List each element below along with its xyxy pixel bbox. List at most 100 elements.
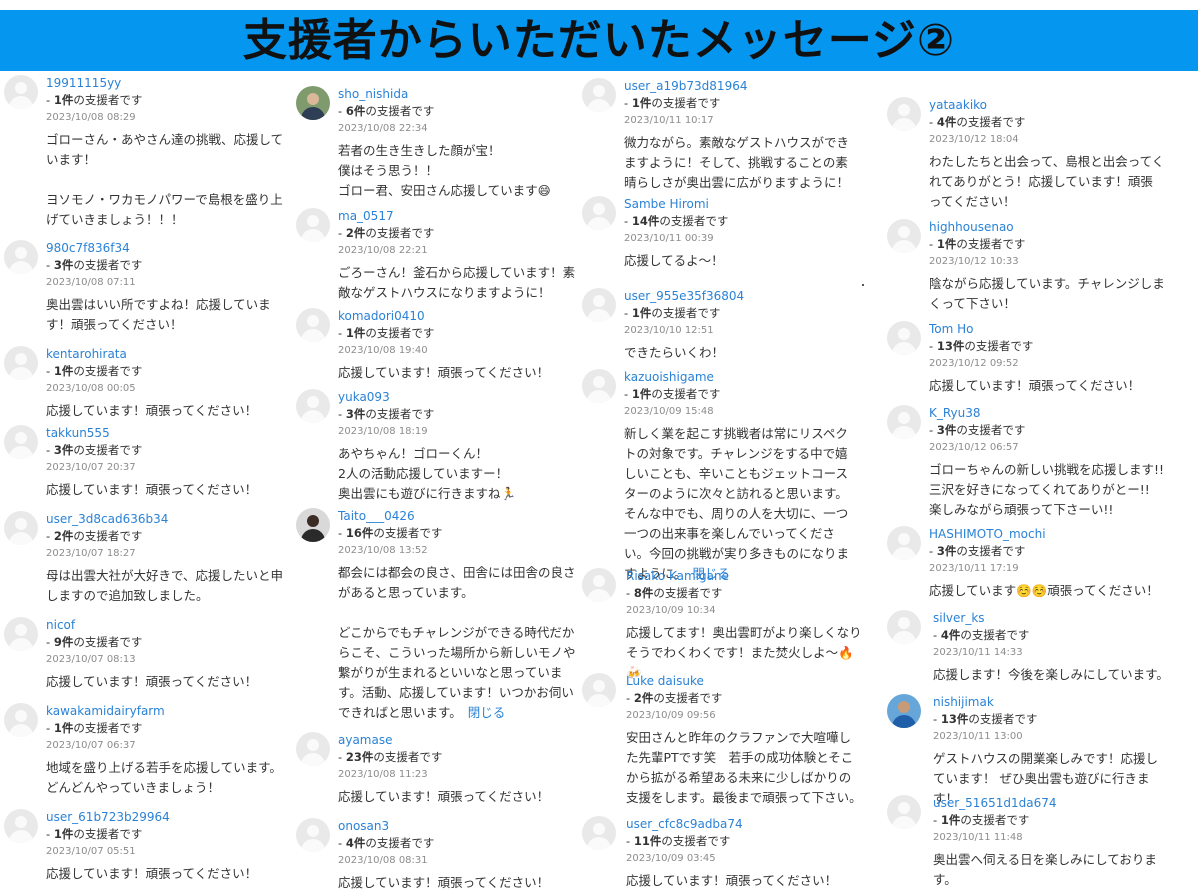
supporter-name[interactable]: HASHIMOTO_mochi xyxy=(929,526,1046,542)
avatar[interactable] xyxy=(582,816,616,850)
message-date: 2023/10/12 18:04 xyxy=(929,134,1019,145)
supporter-name[interactable]: ma_0517 xyxy=(338,208,394,224)
message-text: 応援しています！頑張ってください！ xyxy=(626,873,838,888)
supporter-name[interactable]: kazuoishigame xyxy=(624,369,714,385)
support-count: - 1件の支援者です xyxy=(929,237,1026,251)
avatar[interactable] xyxy=(296,818,330,852)
supporter-name[interactable]: kentarohirata xyxy=(46,346,127,362)
avatar[interactable] xyxy=(296,508,330,542)
supporter-name[interactable]: ayamase xyxy=(338,732,393,748)
support-count: - 6件の支援者です xyxy=(338,104,435,118)
supporter-name[interactable]: yataakiko xyxy=(929,97,987,113)
support-count: - 1件の支援者です xyxy=(338,326,435,340)
message-date: 2023/10/11 14:33 xyxy=(933,647,1023,658)
support-count: - 13件の支援者です xyxy=(929,339,1034,353)
avatar[interactable] xyxy=(296,732,330,766)
message-text: 応援しています！頑張ってください！ xyxy=(46,866,258,881)
avatar[interactable] xyxy=(4,809,38,843)
support-count: - 4件の支援者です xyxy=(338,836,435,850)
message-text: ゴローさん・あやさん達の挑戦、応援しています！ ヨソモノ・ワカモノパワーで島根を… xyxy=(46,132,284,227)
message-date: 2023/10/12 10:33 xyxy=(929,256,1019,267)
avatar[interactable] xyxy=(887,610,921,644)
support-count: - 1件の支援者です xyxy=(624,306,721,320)
message-date: 2023/10/11 13:00 xyxy=(933,731,1023,742)
message-date: 2023/10/11 11:48 xyxy=(933,832,1023,843)
supporter-name[interactable]: yuka093 xyxy=(338,389,390,405)
message-text: 若者の生き生きした顔が宝！ 僕はそう思う！！ ゴロー君、安田さん応援しています😄 xyxy=(338,143,551,198)
message-text: 母は出雲大社が大好きで、応援したいと申しますので追加致しました。 xyxy=(46,568,284,603)
message-date: 2023/10/07 06:37 xyxy=(46,740,136,751)
avatar[interactable] xyxy=(582,196,616,230)
avatar[interactable] xyxy=(582,288,616,322)
message-text: 応援しています！頑張ってください！ xyxy=(338,875,550,890)
avatar[interactable] xyxy=(582,568,616,602)
message-date: 2023/10/08 19:40 xyxy=(338,345,428,356)
support-count: - 3件の支援者です xyxy=(46,258,143,272)
page-header: 支援者からいただいたメッセージ② xyxy=(0,10,1198,71)
supporter-name[interactable]: Tom Ho xyxy=(929,321,974,337)
message-text: できたらいくわ！ xyxy=(624,345,725,360)
avatar[interactable] xyxy=(887,694,921,728)
avatar[interactable] xyxy=(887,321,921,355)
message-date: 2023/10/07 18:27 xyxy=(46,548,136,559)
supporter-name[interactable]: sho_nishida xyxy=(338,86,408,102)
avatar[interactable] xyxy=(4,75,38,109)
supporter-name[interactable]: user_51651d1da674 xyxy=(933,795,1056,811)
supporter-name[interactable]: K_Ryu38 xyxy=(929,405,981,421)
supporter-name[interactable]: takkun555 xyxy=(46,425,110,441)
support-count: - 1件の支援者です xyxy=(933,813,1030,827)
message-date: 2023/10/08 00:05 xyxy=(46,383,136,394)
avatar[interactable] xyxy=(887,219,921,253)
support-count: - 3件の支援者です xyxy=(46,443,143,457)
supporter-name[interactable]: Sambe Hiromi xyxy=(624,196,709,212)
message-date: 2023/10/08 13:52 xyxy=(338,545,428,556)
message-date: 2023/10/07 08:13 xyxy=(46,654,136,665)
message-date: 2023/10/07 20:37 xyxy=(46,462,136,473)
avatar[interactable] xyxy=(887,795,921,829)
supporter-name[interactable]: 19911115yy xyxy=(46,75,121,91)
support-count: - 1件の支援者です xyxy=(624,387,721,401)
avatar[interactable] xyxy=(296,208,330,242)
avatar[interactable] xyxy=(296,86,330,120)
avatar[interactable] xyxy=(582,673,616,707)
message-text: わたしたちと出会って、島根と出会ってくれてありがとう！応援しています！頑張ってく… xyxy=(929,154,1165,209)
avatar[interactable] xyxy=(4,240,38,274)
support-count: - 2件の支援者です xyxy=(338,226,435,240)
supporter-name[interactable]: highhousenao xyxy=(929,219,1014,235)
supporter-name[interactable]: user_cfc8c9adba74 xyxy=(626,816,743,832)
supporter-name[interactable]: user_a19b73d81964 xyxy=(624,78,747,94)
avatar[interactable] xyxy=(887,526,921,560)
supporter-name[interactable]: komadori0410 xyxy=(338,308,425,324)
supporter-name[interactable]: user_61b723b29964 xyxy=(46,809,170,825)
supporter-name[interactable]: Taito___0426 xyxy=(338,508,415,524)
avatar[interactable] xyxy=(887,97,921,131)
supporter-name[interactable]: silver_ks xyxy=(933,610,985,626)
avatar[interactable] xyxy=(582,369,616,403)
supporter-name[interactable]: user_955e35f36804 xyxy=(624,288,744,304)
support-count: - 13件の支援者です xyxy=(933,712,1038,726)
supporter-name[interactable]: nishijimak xyxy=(933,694,994,710)
avatar[interactable] xyxy=(4,425,38,459)
message-text: 新しく業を起こす挑戦者は常にリスペクトの対象です。チャレンジをする中で嬉しいこと… xyxy=(624,426,850,581)
message-text: 応援しています☺️☺️頑張ってください！ xyxy=(929,583,1159,598)
message-text: 奥出雲はいい所ですよね！応援しています！頑張ってください！ xyxy=(46,297,271,332)
message-text: 安田さんと昨年のクラファンで大喧嘩した先輩PTです笑 若手の成功体験とそこから拡… xyxy=(626,730,862,805)
avatar[interactable] xyxy=(4,703,38,737)
avatar[interactable] xyxy=(887,405,921,439)
supporter-name[interactable]: 980c7f836f34 xyxy=(46,240,130,256)
close-link[interactable]: 閉じる xyxy=(468,705,506,720)
supporter-name[interactable]: Risako Kamigane xyxy=(626,568,729,584)
supporter-name[interactable]: nicof xyxy=(46,617,75,633)
supporter-name[interactable]: onosan3 xyxy=(338,818,389,834)
supporter-name[interactable]: kawakamidairyfarm xyxy=(46,703,165,719)
message-date: 2023/10/11 00:39 xyxy=(624,233,714,244)
avatar[interactable] xyxy=(296,308,330,342)
avatar[interactable] xyxy=(582,78,616,112)
supporter-name[interactable]: Luke daisuke xyxy=(626,673,704,689)
supporter-name[interactable]: user_3d8cad636b34 xyxy=(46,511,168,527)
avatar[interactable] xyxy=(4,617,38,651)
avatar[interactable] xyxy=(4,346,38,380)
support-count: - 14件の支援者です xyxy=(624,214,729,228)
avatar[interactable] xyxy=(296,389,330,423)
avatar[interactable] xyxy=(4,511,38,545)
